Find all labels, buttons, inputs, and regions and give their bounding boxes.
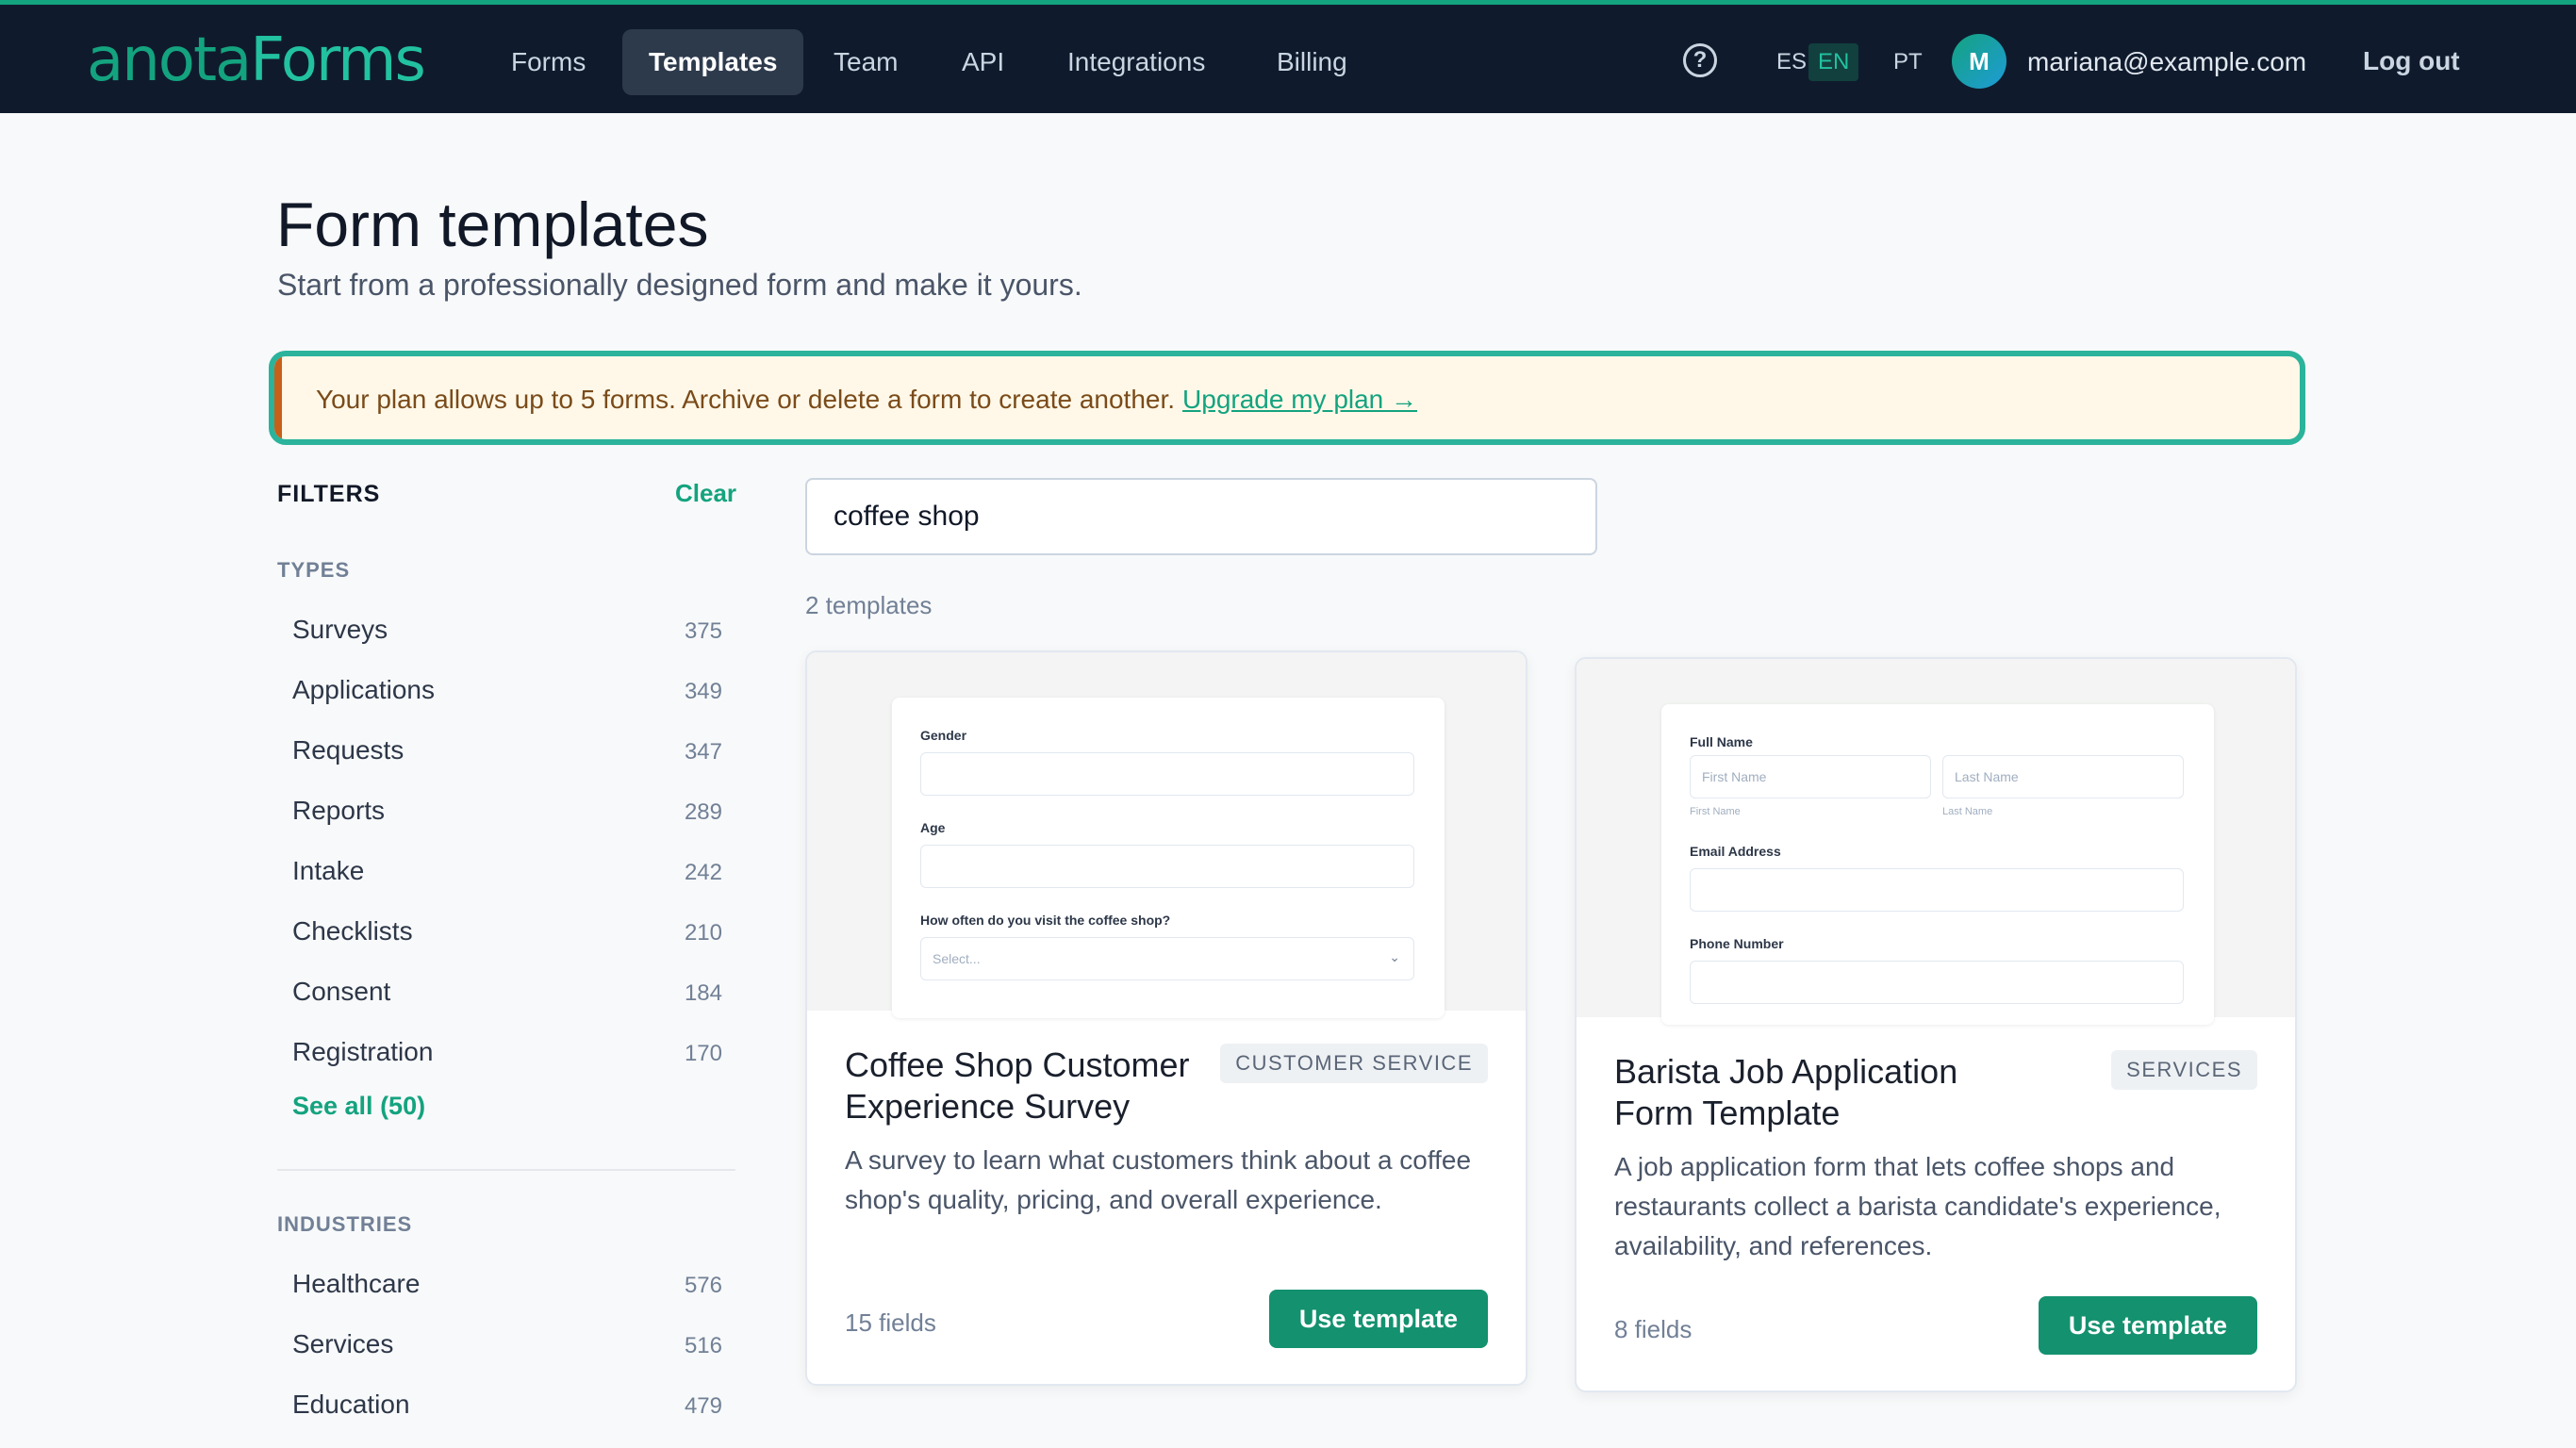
see-all-types-link[interactable]: See all (50) xyxy=(292,1092,425,1121)
filter-label: Intake xyxy=(292,856,365,885)
filter-label: Registration xyxy=(292,1037,434,1066)
filter-industry-healthcare[interactable]: Healthcare 576 xyxy=(292,1269,722,1307)
preview-form-sheet: Gender Age How often do you visit the co… xyxy=(892,698,1445,1018)
nav-api[interactable]: API xyxy=(935,29,1031,95)
logo-text-anota: anota xyxy=(87,25,252,95)
preview-label: Gender xyxy=(920,728,967,743)
use-template-button[interactable]: Use template xyxy=(2038,1296,2257,1355)
filter-label: Surveys xyxy=(292,615,388,644)
filter-count: 289 xyxy=(684,799,722,825)
preview-input: Last Name xyxy=(1942,755,2184,798)
clear-filters-button[interactable]: Clear xyxy=(675,479,736,508)
banner-message: Your plan allows up to 5 forms. Archive … xyxy=(316,385,1417,415)
page-subtitle: Start from a professionally designed for… xyxy=(277,268,1082,302)
banner-accent-bar xyxy=(274,356,282,439)
app-logo[interactable]: anotaForms xyxy=(87,25,426,95)
template-preview: Full Name First Name Last Name First Nam… xyxy=(1577,659,2295,1025)
filter-type-intake[interactable]: Intake 242 xyxy=(292,856,722,894)
preview-form-sheet: Full Name First Name Last Name First Nam… xyxy=(1661,704,2214,1025)
filter-count: 170 xyxy=(684,1041,722,1066)
preview-label: Full Name xyxy=(1690,734,1753,749)
filter-label: Applications xyxy=(292,675,435,704)
banner-text: Your plan allows up to 5 forms. Archive … xyxy=(316,385,1176,414)
upgrade-plan-link[interactable]: Upgrade my plan → xyxy=(1182,385,1417,414)
industries-heading: INDUSTRIES xyxy=(277,1212,413,1236)
preview-label: Phone Number xyxy=(1690,936,1784,951)
template-card-barista-application[interactable]: Full Name First Name Last Name First Nam… xyxy=(1575,657,2297,1392)
preview-input xyxy=(1690,868,2184,912)
filter-type-consent[interactable]: Consent 184 xyxy=(292,977,722,1014)
nav-templates[interactable]: Templates xyxy=(622,29,804,95)
avatar[interactable]: M xyxy=(1952,34,2006,89)
preview-sublabel: First Name xyxy=(1690,806,1741,817)
preview-sublabel: Last Name xyxy=(1942,806,1993,817)
search-input[interactable]: coffee shop xyxy=(805,478,1597,555)
logout-button[interactable]: Log out xyxy=(2363,42,2460,80)
page-title: Form templates xyxy=(276,189,709,259)
template-preview: Gender Age How often do you visit the co… xyxy=(807,652,1526,1018)
chevron-down-icon: ⌄ xyxy=(1389,949,1400,964)
lang-pt[interactable]: PT xyxy=(1884,43,1932,81)
filter-industry-services[interactable]: Services 516 xyxy=(292,1329,722,1367)
filter-type-checklists[interactable]: Checklists 210 xyxy=(292,916,722,954)
types-heading: TYPES xyxy=(277,558,351,582)
filter-count: 210 xyxy=(684,920,722,946)
nav-team[interactable]: Team xyxy=(807,29,924,95)
filters-divider xyxy=(277,1169,735,1171)
top-navbar: anotaForms Forms Templates Team API Inte… xyxy=(0,0,2576,113)
nav-forms[interactable]: Forms xyxy=(485,29,612,95)
filter-count: 576 xyxy=(684,1273,722,1298)
preview-placeholder: Select... xyxy=(933,951,981,966)
card-field-count: 15 fields xyxy=(845,1308,936,1337)
template-card-coffee-survey[interactable]: Gender Age How often do you visit the co… xyxy=(805,650,1527,1386)
result-count: 2 templates xyxy=(805,591,933,619)
card-title[interactable]: Coffee Shop Customer Experience Survey xyxy=(845,1045,1241,1127)
preview-input: First Name xyxy=(1690,755,1931,798)
card-category-tag: CUSTOMER SERVICE xyxy=(1220,1044,1488,1083)
filter-label: Education xyxy=(292,1390,410,1419)
card-category-tag: SERVICES xyxy=(2111,1050,2257,1090)
filter-count: 349 xyxy=(684,679,722,704)
card-description: A job application form that lets coffee … xyxy=(1614,1152,2221,1260)
user-email[interactable]: mariana@example.com xyxy=(2027,43,2306,81)
preview-label: Email Address xyxy=(1690,844,1781,859)
preview-input xyxy=(1690,961,2184,1004)
filter-count: 184 xyxy=(684,980,722,1006)
filters-title: FILTERS xyxy=(277,481,381,507)
filter-count: 375 xyxy=(684,618,722,644)
filter-label: Reports xyxy=(292,796,386,825)
filter-count: 347 xyxy=(684,739,722,765)
preview-input xyxy=(920,752,1414,796)
preview-label: Age xyxy=(920,820,946,835)
filter-type-surveys[interactable]: Surveys 375 xyxy=(292,615,722,652)
plan-limit-banner: Your plan allows up to 5 forms. Archive … xyxy=(269,351,2305,445)
filter-type-applications[interactable]: Applications 349 xyxy=(292,675,722,713)
filter-count: 479 xyxy=(684,1393,722,1419)
preview-label: How often do you visit the coffee shop? xyxy=(920,913,1171,928)
filter-label: Services xyxy=(292,1329,394,1358)
lang-en[interactable]: EN xyxy=(1808,43,1859,81)
filter-label: Requests xyxy=(292,735,405,765)
filter-label: Checklists xyxy=(292,916,413,946)
use-template-button[interactable]: Use template xyxy=(1268,1290,1488,1348)
card-title[interactable]: Barista Job Application Form Template xyxy=(1614,1051,2010,1134)
card-field-count: 8 fields xyxy=(1614,1315,1693,1343)
preview-select: Select... ⌄ xyxy=(920,937,1414,980)
card-description: A survey to learn what customers think a… xyxy=(845,1145,1472,1214)
filter-type-requests[interactable]: Requests 347 xyxy=(292,735,722,773)
nav-integrations[interactable]: Integrations xyxy=(1041,29,1231,95)
nav-billing[interactable]: Billing xyxy=(1250,29,1374,95)
preview-placeholder: Last Name xyxy=(1955,769,2019,784)
filter-count: 516 xyxy=(684,1333,722,1358)
filter-count: 242 xyxy=(684,860,722,885)
filter-type-registration[interactable]: Registration 170 xyxy=(292,1037,722,1075)
filter-industry-education[interactable]: Education 479 xyxy=(292,1390,722,1427)
help-icon[interactable]: ? xyxy=(1683,43,1717,77)
filter-label: Healthcare xyxy=(292,1269,421,1298)
preview-input xyxy=(920,845,1414,888)
filter-type-reports[interactable]: Reports 289 xyxy=(292,796,722,833)
filter-label: Consent xyxy=(292,977,391,1006)
logo-text-forms: Forms xyxy=(250,25,426,95)
preview-placeholder: First Name xyxy=(1702,769,1767,784)
